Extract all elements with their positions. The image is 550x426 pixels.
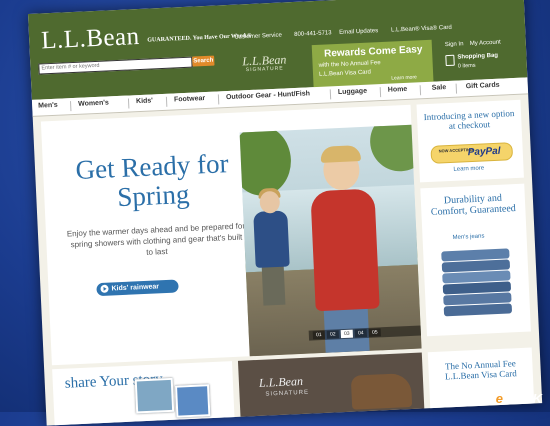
signature-promo[interactable]: L.L.Bean SIGNATURE	[237, 352, 425, 421]
carousel-page-2[interactable]: 02	[326, 330, 340, 339]
durability-title: Durability and Comfort, Guaranteed	[430, 192, 517, 218]
signature-promo-title: L.L.Bean	[258, 373, 304, 390]
shopping-bag-icon[interactable]	[445, 54, 455, 67]
mens-jeans-link[interactable]: Men's jeans	[452, 234, 484, 241]
story-photo	[175, 384, 211, 418]
shopping-bag-count: 0 items	[457, 62, 476, 70]
email-updates-link[interactable]: Email Updates	[339, 28, 378, 36]
durability-promo[interactable]: Durability and Comfort, Guaranteed Men's…	[420, 183, 531, 337]
kids-rainwear-label: Kids' rainwear	[111, 283, 160, 293]
kids-rainwear-button[interactable]: Kids' rainwear	[96, 279, 179, 297]
rewards-learn-more-link[interactable]: Learn more	[391, 74, 417, 81]
tree-foliage	[368, 124, 422, 173]
signature-logo-label: SIGNATURE	[245, 65, 284, 74]
carousel-page-3[interactable]: 03	[340, 329, 354, 339]
visa-card-promo-title: The No Annual Fee L.L.Bean Visa Card	[444, 358, 517, 382]
carousel-page-5[interactable]: 05	[368, 328, 381, 337]
rewards-title: Rewards Come Easy	[323, 44, 423, 60]
shopping-bag-link[interactable]: Shopping Bag	[457, 53, 498, 61]
nav-sale[interactable]: Sale	[432, 84, 447, 92]
visa-card-link[interactable]: L.L.Bean® Visa® Card	[391, 25, 452, 34]
search-input[interactable]: Enter item # or keyword	[38, 56, 193, 75]
child-red-jacket	[310, 188, 380, 312]
signature-promo-subtitle: SIGNATURE	[265, 389, 310, 398]
story-photo	[134, 377, 175, 414]
nav-kids[interactable]: Kids'	[136, 97, 153, 105]
webpage: L.L.Bean GUARANTEED. You Have Our Word.®…	[28, 0, 543, 426]
hero-banner[interactable]: Get Ready for Spring Enjoy the warmer da…	[40, 104, 422, 366]
child-hair	[320, 145, 362, 163]
signature-logo[interactable]: L.L.Bean SIGNATURE	[242, 52, 287, 74]
hero-photo	[239, 124, 422, 357]
paypal-badge[interactable]: NOW ACCEPTING PayPal	[430, 142, 514, 164]
share-your-story-promo[interactable]: share Your story	[52, 361, 235, 426]
rewards-line1: with the No Annual Fee	[318, 60, 381, 69]
search-button[interactable]: Search	[192, 55, 215, 67]
paypal-intro: Introducing a new option at checkout	[423, 108, 515, 132]
my-account-link[interactable]: My Account	[470, 40, 501, 47]
nav-footwear[interactable]: Footwear	[174, 95, 205, 103]
child-figure	[261, 264, 286, 306]
llbean-logo[interactable]: L.L.Bean	[41, 23, 141, 55]
nav-outdoor-gear[interactable]: Outdoor Gear - Hunt/Fish	[226, 90, 310, 101]
nav-home[interactable]: Home	[388, 86, 408, 94]
nav-womens[interactable]: Women's	[78, 99, 109, 107]
paypal-promo[interactable]: Introducing a new option at checkout NOW…	[416, 99, 524, 183]
screenshot-canvas: L.L.Bean GUARANTEED. You Have Our Word.®…	[0, 0, 550, 426]
phone-number: 800-441-5713	[294, 30, 332, 38]
nav-luggage[interactable]: Luggage	[338, 88, 367, 96]
eweek-watermark-logo: eWEEK	[495, 391, 542, 406]
nav-gift-cards[interactable]: Gift Cards	[466, 82, 500, 91]
rewards-line2: L.L.Bean Visa Card	[318, 69, 372, 78]
carousel-page-1[interactable]: 01	[312, 330, 326, 340]
hero-title: Get Ready for Spring	[74, 148, 230, 213]
hero-body: Enjoy the warmer days ahead and be prepa…	[66, 221, 246, 257]
boot-image	[350, 373, 413, 410]
child-blue-jacket	[253, 210, 290, 268]
paypal-learn-more-link[interactable]: Learn more	[453, 165, 484, 172]
paypal-logo: PayPal	[467, 145, 501, 159]
sign-in-link[interactable]: Sign In	[445, 41, 464, 48]
play-icon	[100, 284, 109, 293]
nav-mens[interactable]: Men's	[38, 102, 58, 110]
carousel-page-4[interactable]: 04	[354, 328, 367, 338]
tree-foliage	[239, 124, 293, 197]
folded-jeans-image	[441, 248, 513, 321]
customer-service-link[interactable]: Customer Service	[234, 33, 282, 41]
